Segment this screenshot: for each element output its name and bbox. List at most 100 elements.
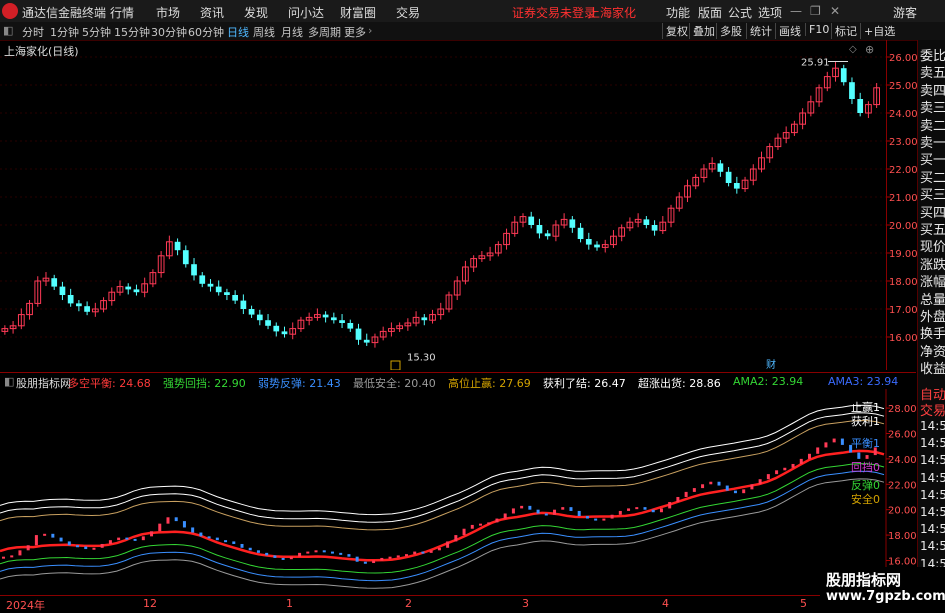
indicator-candle-up <box>742 489 746 494</box>
menu-market[interactable]: 市场 <box>156 4 180 21</box>
chevron-right-icon[interactable]: › <box>368 24 372 37</box>
side-quote-label[interactable]: 卖三 <box>920 97 945 116</box>
date-tick: 4 <box>662 597 669 610</box>
side-quote-label[interactable]: 涨跌 <box>920 254 945 273</box>
app-logo-icon <box>2 3 18 19</box>
side-trade-time: 14:56 <box>920 522 945 537</box>
collapse-icon[interactable]: ◧ <box>3 24 13 37</box>
candle-body-down <box>339 320 345 323</box>
side-quote-label[interactable]: 买四 <box>920 202 945 221</box>
guest-label[interactable]: 游客 <box>893 4 917 21</box>
indicator-candle-up <box>775 470 779 475</box>
settings-icon[interactable]: ◧ <box>4 375 14 388</box>
indicator-chart[interactable]: 28.00 26.00 24.00 22.00 20.00 18.00 16.00 止赢1获利… <box>0 389 916 595</box>
f10-button[interactable]: F10 <box>805 23 829 36</box>
mark-button[interactable]: 标记 <box>831 23 857 39</box>
price-tick-label: 26.00 <box>889 53 917 64</box>
indicator-candle-up <box>108 540 112 544</box>
indicator-candle-up <box>766 474 770 480</box>
candle-body-down <box>224 292 230 295</box>
tab-weekly[interactable]: 周线 <box>253 24 275 40</box>
candle-body-down <box>207 283 214 287</box>
login-warning[interactable]: 证券交易未登录 <box>512 4 596 21</box>
add-watchlist-button[interactable]: +自选 <box>860 23 895 39</box>
tab-15min[interactable]: 15分钟 <box>114 24 150 40</box>
overlay-button[interactable]: 叠加 <box>689 23 715 39</box>
indicator-candle-up <box>553 509 557 515</box>
menu-layout[interactable]: 版面 <box>698 4 722 21</box>
indicator-candle-up <box>289 556 293 560</box>
indicator-candle-down <box>182 521 186 528</box>
zoom-icon[interactable]: ⊕ <box>865 43 874 56</box>
stats-button[interactable]: 统计 <box>746 23 772 39</box>
tab-daily[interactable]: 日线 <box>227 24 249 40</box>
tab-30min[interactable]: 30分钟 <box>151 24 187 40</box>
candle-body-down <box>232 295 239 301</box>
menu-trade[interactable]: 交易 <box>396 4 420 21</box>
side-trade-time: 14:56 <box>920 436 945 451</box>
multi-stock-button[interactable]: 多股 <box>716 23 742 39</box>
menu-quotes[interactable]: 行情 <box>110 4 134 21</box>
candle-body-down <box>182 250 189 265</box>
tab-timeshare[interactable]: 分时 <box>22 24 44 40</box>
price-tick-label: 24.00 <box>889 109 917 120</box>
high-price-label: 25.91 <box>801 58 830 69</box>
indicator-candle-up <box>150 531 154 537</box>
side-quote-label[interactable]: 外盘 <box>920 306 945 325</box>
candle-body-down <box>733 183 740 189</box>
candle-body-down <box>199 275 206 284</box>
menu-discover[interactable]: 发现 <box>244 4 268 21</box>
side-quote-label[interactable]: 买五 <box>920 219 945 238</box>
side-quote-label[interactable]: 换手 <box>920 323 945 342</box>
indicator-candle-up <box>503 513 507 519</box>
indicator-candle-down <box>577 510 581 517</box>
menu-options[interactable]: 选项 <box>758 4 782 21</box>
side-quote-label[interactable]: 买二 <box>920 167 945 186</box>
side-quote-label[interactable]: 现价 <box>920 236 945 255</box>
tab-monthly[interactable]: 月线 <box>281 24 303 40</box>
side-quote-label[interactable]: 卖二 <box>920 115 945 134</box>
indicator-candle-down <box>232 541 236 544</box>
menu-function[interactable]: 功能 <box>666 4 690 21</box>
indicator-candle-up <box>10 555 14 558</box>
close-icon[interactable]: ✕ <box>830 4 840 18</box>
diamond-icon[interactable]: ◇ <box>849 44 857 55</box>
tab-1min[interactable]: 1分钟 <box>50 24 79 40</box>
side-quote-label[interactable]: 总量 <box>920 289 945 308</box>
indicator-right-label: 止赢1 <box>851 400 880 414</box>
tab-60min[interactable]: 60分钟 <box>188 24 224 40</box>
indicator-candle-up <box>306 551 310 554</box>
side-quote-label[interactable]: 卖五 <box>920 62 945 81</box>
restore-icon[interactable]: ❐ <box>810 4 821 18</box>
kline-chart[interactable]: 25.91 15.30 财 <box>0 40 886 370</box>
menu-wealth[interactable]: 财富圈 <box>340 4 376 21</box>
side-quote-label[interactable]: 涨幅 <box>920 271 945 290</box>
side-quote-label[interactable]: 卖一 <box>920 132 945 151</box>
side-quote-label[interactable]: 买一 <box>920 149 945 168</box>
indicator-candle-up <box>799 458 803 464</box>
candle-body-down <box>725 171 732 183</box>
indicator-candle-down <box>224 540 228 543</box>
indicator-candle-down <box>133 538 137 541</box>
indicator-candle-up <box>446 541 450 548</box>
side-quote-label[interactable]: 买三 <box>920 184 945 203</box>
menu-formula[interactable]: 公式 <box>728 4 752 21</box>
side-quote-label[interactable]: 收益 <box>920 358 945 377</box>
minimize-icon[interactable]: — <box>790 4 802 18</box>
adjust-button[interactable]: 复权 <box>662 23 688 39</box>
side-quote-label[interactable]: 净资 <box>920 341 945 360</box>
indicator-candle-up <box>141 536 145 541</box>
candle-body-down <box>330 317 337 321</box>
side-quote-label[interactable]: 卖四 <box>920 80 945 99</box>
quote-side-panel: 委比 卖五 卖四 卖三 卖二 卖一 买一 买二 买三 买四 买五 现价 涨跌 涨幅 总量 外盘 换手 净资 收益 自动… <box>917 40 945 609</box>
draw-line-button[interactable]: 画线 <box>775 23 801 39</box>
side-quote-label[interactable]: 委比 <box>920 45 945 64</box>
tab-more[interactable]: 更多 <box>344 24 366 40</box>
side-trade-label[interactable]: 交易 <box>920 400 945 419</box>
tab-multi-period[interactable]: 多周期 <box>308 24 341 40</box>
tab-5min[interactable]: 5分钟 <box>82 24 111 40</box>
price-tick-label: 22.00 <box>889 165 917 176</box>
menu-ask[interactable]: 问小达 <box>288 4 324 21</box>
menu-news[interactable]: 资讯 <box>200 4 224 21</box>
indicator-candle-down <box>339 552 343 555</box>
